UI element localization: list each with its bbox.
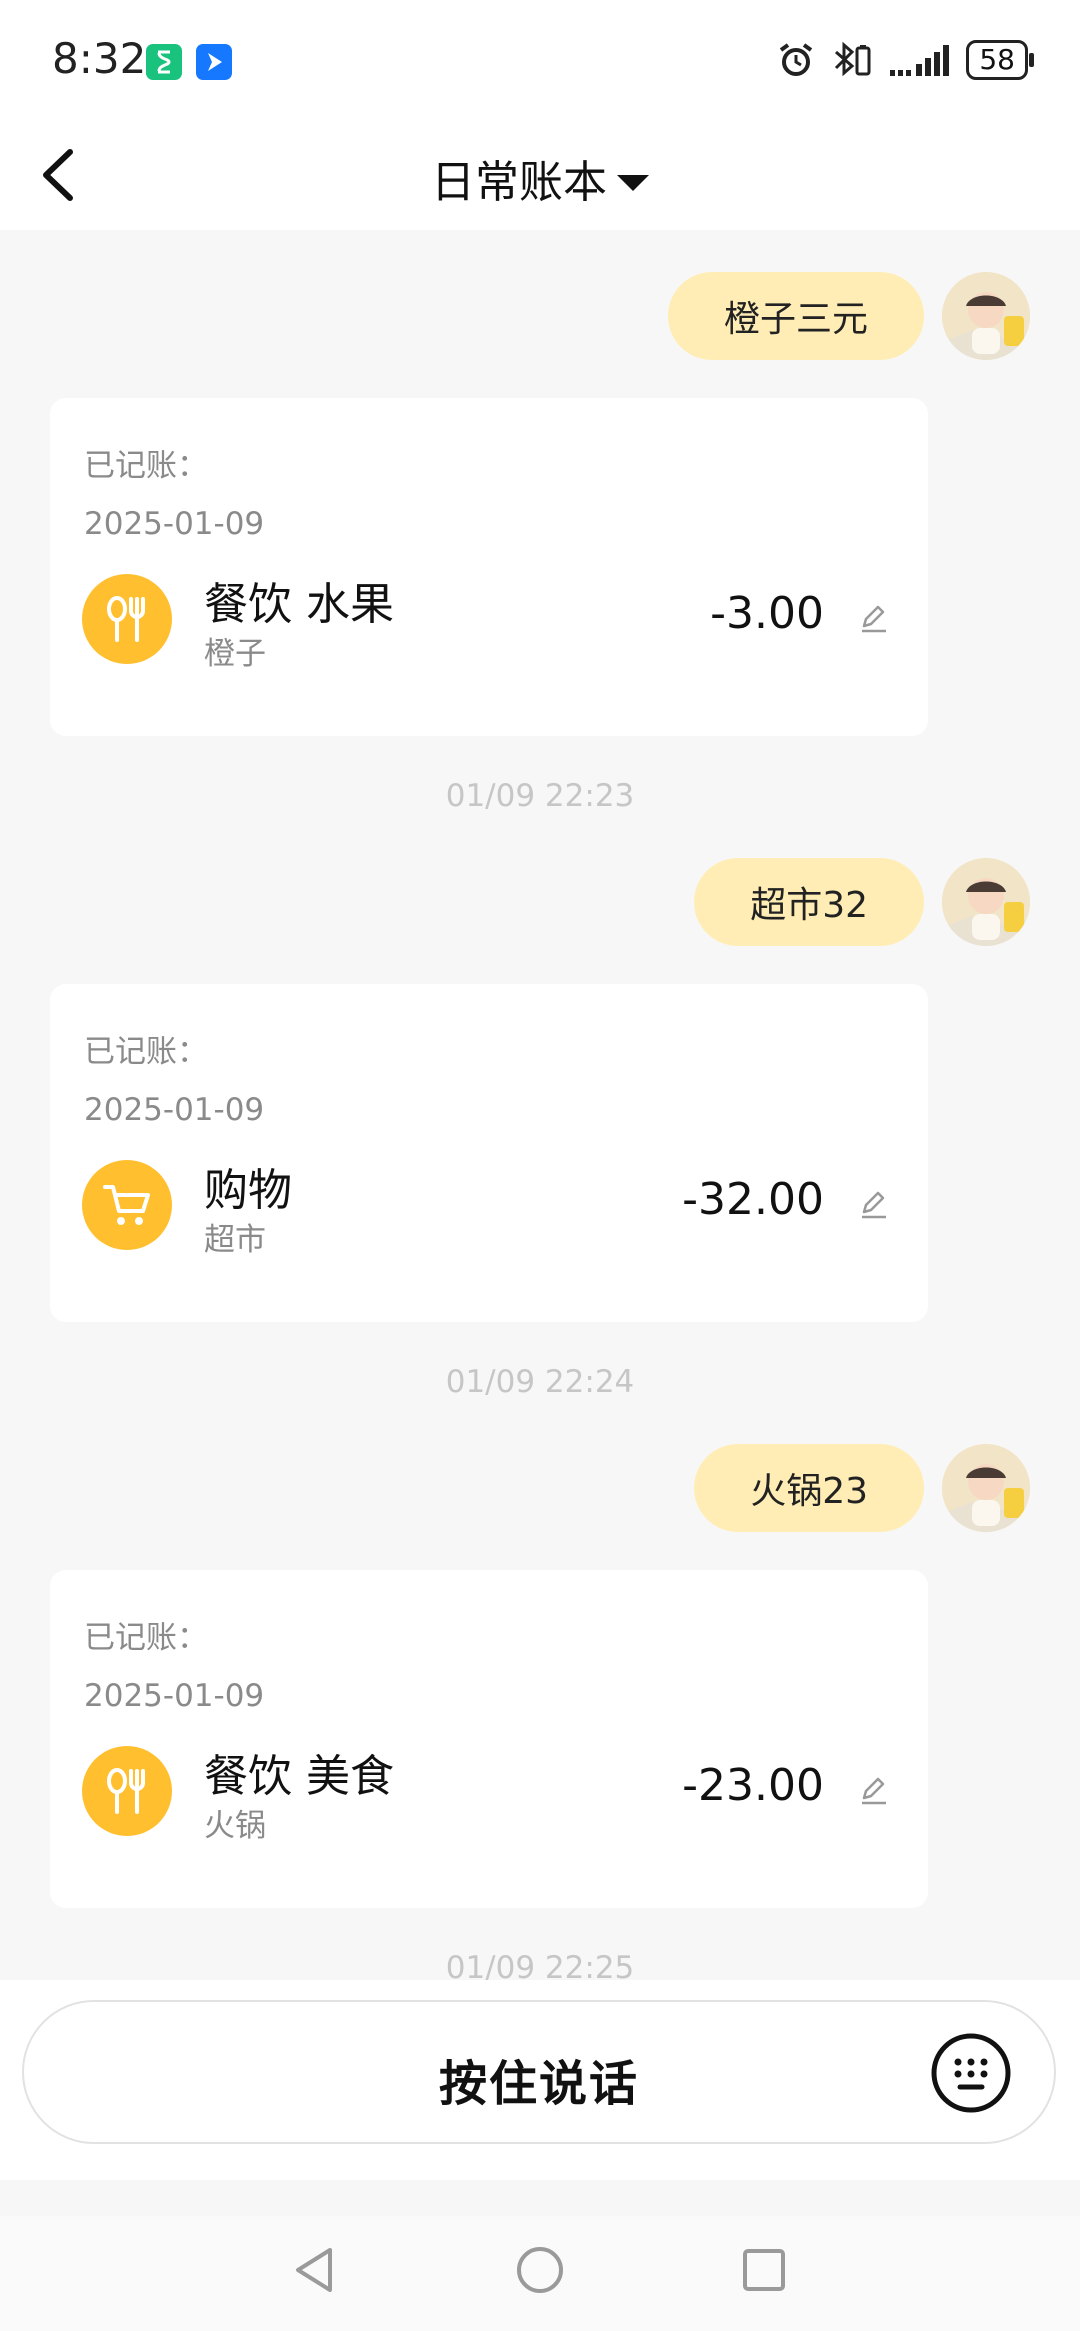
utensils-icon: [82, 574, 172, 664]
nav-home-button[interactable]: [510, 2240, 570, 2300]
status-bar: 8:32 58: [0, 0, 1080, 120]
record-category: 餐饮 水果: [204, 579, 394, 630]
record-note: 超市: [204, 1222, 266, 1258]
avatar: [942, 272, 1030, 360]
circle-home-icon: [517, 2247, 563, 2293]
record-card[interactable]: 已记账： 2025-01-09 餐饮 美食 火锅 -23.00: [50, 1570, 928, 1908]
record-card[interactable]: 已记账： 2025-01-09 购物 超市 -32.00: [50, 984, 928, 1322]
nav-back-button[interactable]: [284, 2240, 344, 2300]
message-bubble: 超市32: [694, 858, 924, 946]
app-header: 日常账本: [0, 120, 1080, 230]
bluetooth-icon: [835, 41, 871, 77]
utensils-icon: [82, 1746, 172, 1836]
record-amount: -23.00: [682, 1760, 824, 1811]
record-card[interactable]: 已记账： 2025-01-09 餐饮 水果 橙子 -3.00: [50, 398, 928, 736]
nav-recents-button[interactable]: [734, 2240, 794, 2300]
record-date: 2025-01-09: [84, 1678, 265, 1714]
record-note: 火锅: [204, 1808, 266, 1844]
record-category: 购物: [204, 1165, 292, 1216]
signal-icon: [890, 45, 950, 76]
timer-app-icon: [146, 44, 182, 80]
caret-down-icon: [617, 175, 649, 191]
hold-to-talk-button[interactable]: 按住说话: [22, 2000, 1056, 2144]
user-message: 火锅23: [694, 1444, 1030, 1532]
edit-icon[interactable]: [858, 602, 890, 634]
edit-icon[interactable]: [858, 1188, 890, 1220]
ledger-title: 日常账本: [431, 157, 607, 208]
edit-icon[interactable]: [858, 1774, 890, 1806]
record-status-label: 已记账：: [84, 448, 208, 484]
square-recents-icon: [743, 2249, 785, 2291]
record-category: 餐饮 美食: [204, 1751, 394, 1802]
keyboard-toggle-button[interactable]: [930, 2032, 1012, 2114]
keyboard-icon: [931, 2033, 1011, 2113]
alarm-icon: [780, 43, 813, 76]
hold-to-talk-label: 按住说话: [438, 2056, 639, 2112]
record-status-label: 已记账：: [84, 1034, 208, 1070]
triangle-back-icon: [296, 2248, 332, 2292]
ledger-selector[interactable]: 日常账本: [0, 146, 1080, 210]
status-time: 8:32: [52, 34, 147, 83]
avatar: [942, 858, 1030, 946]
record-date: 2025-01-09: [84, 506, 265, 542]
message-bubble: 橙子三元: [667, 272, 924, 360]
message-timestamp: 01/09 22:23: [445, 778, 635, 814]
send-app-icon: [196, 44, 232, 80]
message-timestamp: 01/09 22:24: [445, 1364, 635, 1400]
cart-icon: [82, 1160, 172, 1250]
avatar: [942, 1444, 1030, 1532]
voice-input-bar: 按住说话: [0, 1980, 1080, 2180]
record-amount: -32.00: [682, 1174, 824, 1225]
record-amount: -3.00: [710, 588, 824, 639]
record-status-label: 已记账：: [84, 1620, 208, 1656]
user-message: 橙子三元: [667, 272, 1030, 360]
status-icons: 58: [776, 40, 1034, 80]
battery-indicator: 58: [966, 40, 1034, 80]
message-bubble: 火锅23: [694, 1444, 924, 1532]
system-nav-bar: [0, 2216, 1080, 2331]
record-date: 2025-01-09: [84, 1092, 265, 1128]
user-message: 超市32: [694, 858, 1030, 946]
record-note: 橙子: [204, 636, 266, 672]
